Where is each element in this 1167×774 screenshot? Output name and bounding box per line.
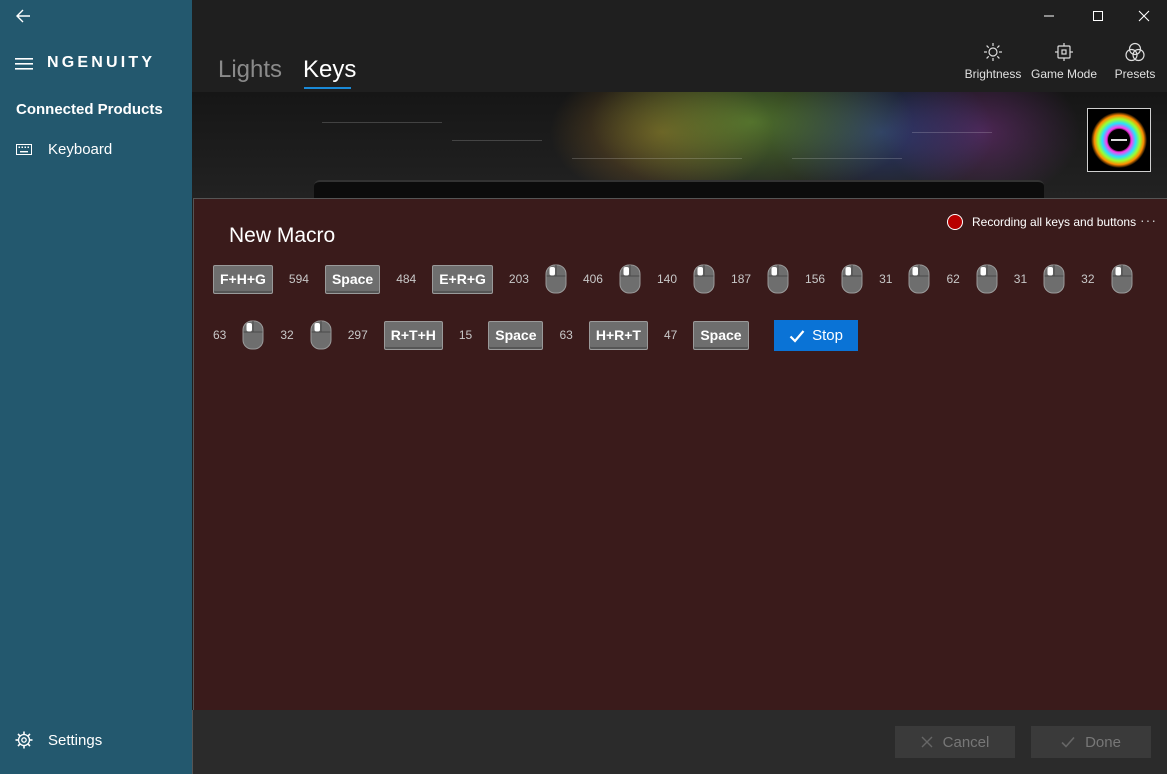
- presets-button[interactable]: Presets: [1112, 42, 1158, 81]
- macro-sequence-row-2: 63 32 297 R+T+H 15 Space 63 H+R+T 47 Space: [213, 320, 749, 350]
- macro-key-step[interactable]: Space: [324, 264, 381, 294]
- mouse-click-icon[interactable]: [1111, 264, 1133, 294]
- macro-delay-ms[interactable]: 32: [1081, 272, 1094, 286]
- macro-key-step[interactable]: H+R+T: [588, 320, 648, 350]
- macro-delay-ms[interactable]: 484: [396, 272, 416, 286]
- macro-key-step[interactable]: R+T+H: [383, 320, 443, 350]
- mouse-click-icon[interactable]: [619, 264, 641, 294]
- macro-title[interactable]: New Macro: [229, 224, 335, 248]
- sidebar-item-label: Keyboard: [48, 141, 113, 158]
- macro-delay-ms[interactable]: 594: [289, 272, 309, 286]
- more-options-icon[interactable]: ···: [1140, 212, 1157, 228]
- brightness-icon: [984, 43, 1002, 61]
- sidebar: NGENUITY Connected Products Keyboard Set…: [0, 0, 192, 774]
- checkmark-icon: [1061, 736, 1075, 748]
- done-label: Done: [1085, 733, 1121, 751]
- macro-delay-ms[interactable]: 31: [879, 272, 892, 286]
- minimize-icon[interactable]: [1037, 6, 1061, 26]
- active-tab-indicator: [304, 87, 351, 89]
- mouse-click-icon[interactable]: [841, 264, 863, 294]
- header: Lights Keys Brightness Game Mode Presets: [192, 0, 1167, 92]
- keyboard-silhouette: [314, 180, 1044, 198]
- recording-status: Recording all keys and buttons: [972, 215, 1137, 229]
- mouse-click-icon[interactable]: [767, 264, 789, 294]
- mouse-click-icon[interactable]: [976, 264, 998, 294]
- macro-delay-ms[interactable]: 156: [805, 272, 825, 286]
- cancel-button[interactable]: Cancel: [895, 726, 1015, 758]
- done-button[interactable]: Done: [1031, 726, 1151, 758]
- sidebar-item-settings[interactable]: Settings: [0, 726, 192, 756]
- macro-key-step[interactable]: F+H+G: [213, 264, 273, 294]
- tab-lights[interactable]: Lights: [218, 56, 282, 84]
- record-dot-icon: [947, 214, 963, 230]
- stop-recording-button[interactable]: Stop: [774, 320, 858, 351]
- footer: Cancel Done: [192, 710, 1167, 774]
- close-icon: [921, 736, 933, 748]
- mouse-click-icon[interactable]: [545, 264, 567, 294]
- checkmark-icon: [789, 329, 805, 343]
- keyboard-icon: [16, 144, 32, 155]
- settings-label: Settings: [48, 732, 103, 749]
- close-icon[interactable]: [1132, 6, 1156, 26]
- tab-keys[interactable]: Keys: [303, 56, 356, 84]
- mouse-click-icon[interactable]: [693, 264, 715, 294]
- macro-delay-ms[interactable]: 203: [509, 272, 529, 286]
- macro-delay-ms[interactable]: 63: [559, 328, 572, 342]
- macro-delay-ms[interactable]: 63: [213, 328, 226, 342]
- macro-sequence-row-1: F+H+G 594 Space 484 E+R+G 203 406 140 187 156 31 62…: [213, 264, 1133, 294]
- brightness-label: Brightness: [964, 67, 1022, 81]
- maximize-icon[interactable]: [1086, 6, 1110, 26]
- stop-label: Stop: [812, 327, 843, 344]
- macro-delay-ms[interactable]: 297: [348, 328, 368, 342]
- macro-editor-panel: New Macro Recording all keys and buttons…: [193, 198, 1167, 710]
- macro-key-step[interactable]: Space: [693, 320, 749, 350]
- brightness-button[interactable]: Brightness: [964, 42, 1022, 81]
- presets-icon: [1125, 42, 1145, 62]
- mouse-click-icon[interactable]: [310, 320, 332, 350]
- game-mode-button[interactable]: Game Mode: [1030, 42, 1098, 81]
- macro-key-step[interactable]: Space: [488, 320, 544, 350]
- macro-delay-ms[interactable]: 140: [657, 272, 677, 286]
- game-mode-label: Game Mode: [1030, 67, 1098, 81]
- sidebar-heading: Connected Products: [16, 101, 163, 118]
- macro-delay-ms[interactable]: 15: [459, 328, 472, 342]
- macro-key-step[interactable]: E+R+G: [432, 264, 493, 294]
- hamburger-menu-icon[interactable]: [15, 58, 33, 70]
- keyboard-preview-image: [192, 92, 1167, 198]
- mouse-click-icon[interactable]: [1043, 264, 1065, 294]
- mouse-click-icon[interactable]: [908, 264, 930, 294]
- profile-thumbnail-image: [1088, 109, 1150, 171]
- presets-label: Presets: [1114, 67, 1156, 81]
- macro-delay-ms[interactable]: 31: [1014, 272, 1027, 286]
- macro-delay-ms[interactable]: 32: [280, 328, 293, 342]
- macro-delay-ms[interactable]: 187: [731, 272, 751, 286]
- macro-delay-ms[interactable]: 406: [583, 272, 603, 286]
- sidebar-item-keyboard[interactable]: Keyboard: [0, 136, 192, 164]
- game-mode-icon: [1055, 43, 1073, 61]
- gear-icon: [15, 731, 33, 749]
- brand-logo: NGENUITY: [47, 54, 156, 71]
- macro-delay-ms[interactable]: 62: [946, 272, 959, 286]
- profile-thumbnail[interactable]: [1087, 108, 1151, 172]
- macro-delay-ms[interactable]: 47: [664, 328, 677, 342]
- cancel-label: Cancel: [942, 733, 990, 751]
- mouse-click-icon[interactable]: [242, 320, 264, 350]
- back-arrow-icon[interactable]: [12, 6, 36, 26]
